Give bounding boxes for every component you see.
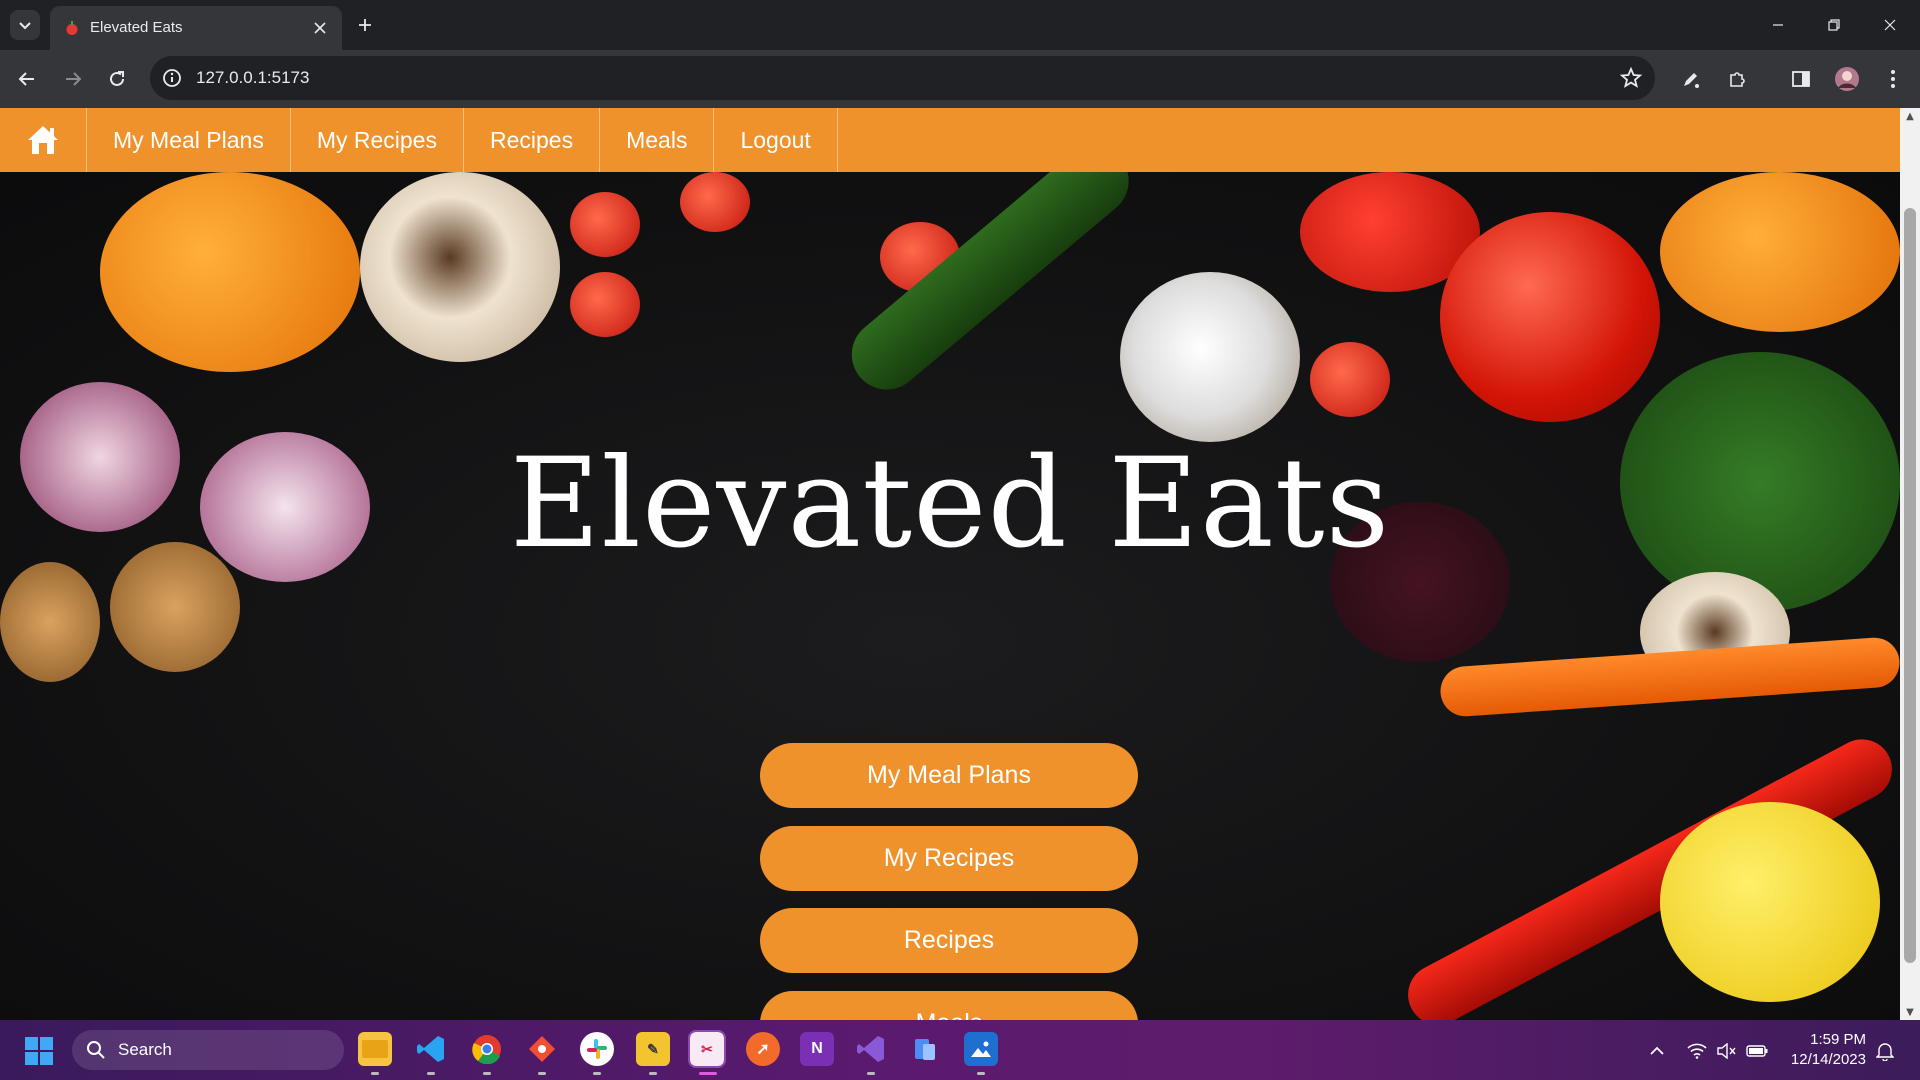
- pepper-favicon-icon: [66, 21, 78, 35]
- hero-my-meal-plans-button[interactable]: My Meal Plans: [760, 743, 1138, 808]
- postman-icon[interactable]: ➚: [746, 1032, 780, 1066]
- search-label: Search: [118, 1040, 172, 1059]
- search-icon: [87, 1041, 105, 1059]
- taskbar-search-box[interactable]: Search: [72, 1030, 344, 1070]
- nav-logout[interactable]: Logout: [714, 108, 838, 172]
- close-icon: [1884, 19, 1896, 31]
- onenote-icon[interactable]: N: [800, 1032, 834, 1066]
- notification-bell-icon[interactable]: [1874, 1040, 1896, 1062]
- page-scrollbar[interactable]: ▲ ▼: [1900, 108, 1920, 1020]
- battery-icon[interactable]: [1746, 1040, 1768, 1062]
- git-client-icon[interactable]: [525, 1032, 559, 1066]
- hero-section: Elevated Eats My Meal Plans My Recipes R…: [0, 131, 1900, 1020]
- speaker-muted-icon[interactable]: [1715, 1040, 1737, 1062]
- profile-avatar[interactable]: [1832, 64, 1862, 94]
- nav-recipes[interactable]: Recipes: [464, 108, 601, 172]
- side-panel-icon: [1792, 71, 1810, 87]
- chrome-icon[interactable]: [470, 1032, 504, 1066]
- page-viewport: My Meal Plans My Recipes Recipes Meals L…: [0, 108, 1900, 1020]
- nav-my-recipes[interactable]: My Recipes: [291, 108, 464, 172]
- running-indicator: [538, 1072, 546, 1075]
- browser-tab[interactable]: Elevated Eats: [50, 6, 342, 50]
- chevron-down-icon: [19, 22, 31, 30]
- plus-icon: [359, 19, 371, 31]
- nav-home-link[interactable]: [0, 108, 87, 172]
- arrow-left-icon: [18, 72, 34, 86]
- snipping-tool-icon[interactable]: ✂: [688, 1030, 726, 1068]
- reload-icon: [110, 71, 124, 86]
- windows-taskbar: Search ✎ ✂ ➚ N 1:59 PM 12/14/2023: [0, 1020, 1920, 1080]
- side-panel-button[interactable]: [1786, 64, 1816, 94]
- extensions-button[interactable]: [1722, 64, 1752, 94]
- hero-recipes-button[interactable]: Recipes: [760, 908, 1138, 973]
- new-tab-button[interactable]: [352, 12, 378, 38]
- scroll-up-arrow-icon[interactable]: ▲: [1900, 108, 1920, 124]
- scroll-thumb[interactable]: [1904, 208, 1916, 963]
- avatar-icon: [1835, 67, 1859, 91]
- puzzle-icon: [1730, 72, 1745, 87]
- minimize-icon: [1773, 24, 1783, 26]
- home-icon: [28, 126, 58, 154]
- kebab-menu-icon: [1891, 70, 1895, 88]
- forward-button[interactable]: [58, 64, 88, 94]
- clock-time: 1:59 PM: [1810, 1031, 1866, 1048]
- sticky-notes-icon[interactable]: ✎: [636, 1032, 670, 1066]
- photos-icon[interactable]: [964, 1032, 998, 1066]
- browser-toolbar: 127.0.0.1:5173: [0, 50, 1920, 108]
- browser-tab-bar: Elevated Eats: [0, 0, 1920, 50]
- wifi-icon[interactable]: [1686, 1040, 1708, 1062]
- back-button[interactable]: [12, 64, 42, 94]
- browser-menu-button[interactable]: [1878, 64, 1908, 94]
- vscode-icon[interactable]: [414, 1032, 448, 1066]
- site-navbar: My Meal Plans My Recipes Recipes Meals L…: [0, 108, 1900, 172]
- slack-icon[interactable]: [580, 1032, 614, 1066]
- hero-meals-button[interactable]: Meals: [760, 991, 1138, 1020]
- hero-my-recipes-button[interactable]: My Recipes: [760, 826, 1138, 891]
- file-explorer-icon[interactable]: [358, 1032, 392, 1066]
- clock-date: 12/14/2023: [1790, 1051, 1866, 1068]
- active-indicator: [699, 1072, 717, 1075]
- running-indicator: [593, 1072, 601, 1075]
- restore-button[interactable]: [1806, 0, 1862, 50]
- running-indicator: [867, 1072, 875, 1075]
- arrow-right-icon: [66, 72, 82, 86]
- running-indicator: [649, 1072, 657, 1075]
- pen-icon: [1684, 73, 1699, 88]
- close-tab-button[interactable]: [310, 18, 330, 38]
- running-indicator: [977, 1072, 985, 1075]
- nav-my-meal-plans[interactable]: My Meal Plans: [87, 108, 291, 172]
- tab-search-button[interactable]: [10, 10, 40, 40]
- hero-title: Elevated Eats: [509, 432, 1391, 576]
- close-icon: [314, 22, 326, 34]
- visual-studio-icon[interactable]: [854, 1032, 888, 1066]
- edit-extension-button[interactable]: [1676, 64, 1706, 94]
- address-bar[interactable]: 127.0.0.1:5173: [150, 56, 1655, 100]
- bookmark-star-icon[interactable]: [1619, 66, 1643, 90]
- running-indicator: [483, 1072, 491, 1075]
- taskbar-clock[interactable]: 1:59 PM 12/14/2023: [1791, 1030, 1866, 1070]
- scroll-down-arrow-icon[interactable]: ▼: [1900, 1004, 1920, 1020]
- restore-icon: [1828, 19, 1840, 31]
- minimize-button[interactable]: [1750, 0, 1806, 50]
- show-hidden-icons-chevron-icon[interactable]: [1646, 1040, 1668, 1062]
- reload-button[interactable]: [102, 64, 132, 94]
- phone-link-icon[interactable]: [908, 1032, 942, 1066]
- running-indicator: [371, 1072, 379, 1075]
- windows-start-icon[interactable]: [24, 1036, 54, 1066]
- tab-title: Elevated Eats: [90, 19, 183, 36]
- url-text[interactable]: 127.0.0.1:5173: [196, 68, 309, 88]
- nav-meals[interactable]: Meals: [600, 108, 715, 172]
- site-info-icon[interactable]: [162, 68, 182, 88]
- close-window-button[interactable]: [1862, 0, 1918, 50]
- running-indicator: [427, 1072, 435, 1075]
